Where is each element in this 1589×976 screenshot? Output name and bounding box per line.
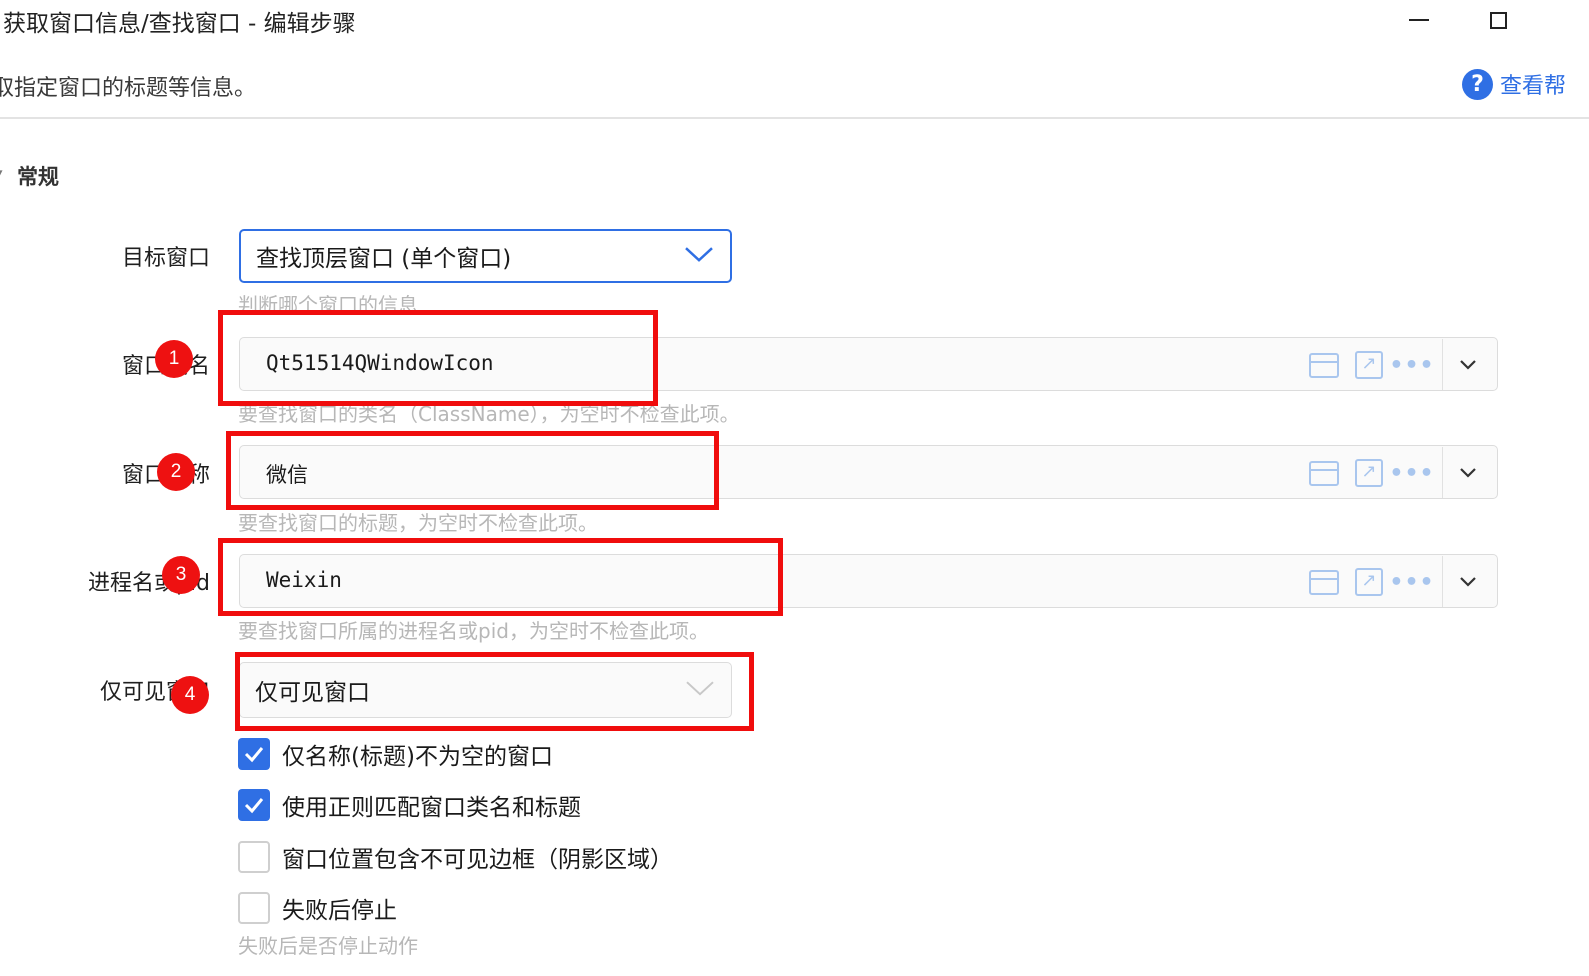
checkbox-unchecked[interactable] bbox=[238, 892, 270, 924]
chevron-down-icon[interactable] bbox=[1454, 463, 1482, 483]
target-window-label: 目标窗口 bbox=[121, 246, 210, 271]
process-input[interactable]: Weixin bbox=[266, 568, 342, 592]
checkbox-use-regex[interactable]: 使用正则匹配窗口类名和标题 bbox=[238, 788, 581, 822]
window-name-hint: 要查找窗口的标题，为空时不检查此项。 bbox=[238, 511, 598, 535]
checkbox-unchecked[interactable] bbox=[238, 841, 270, 873]
checkmark-icon bbox=[244, 747, 264, 763]
checkbox-label: 使用正则匹配窗口类名和标题 bbox=[282, 795, 581, 821]
help-icon: ? bbox=[1462, 68, 1493, 100]
class-name-input[interactable]: Qt51514QWindowIcon bbox=[266, 351, 494, 375]
checkmark-icon bbox=[244, 798, 264, 814]
step-description: 取指定窗口的标题等信息。 bbox=[0, 76, 257, 101]
window-picker-icon[interactable] bbox=[1308, 351, 1340, 379]
annotation-badge-2: 2 bbox=[157, 453, 195, 491]
checkbox-include-invisible-border[interactable]: 窗口位置包含不可见边框（阴影区域） bbox=[238, 840, 673, 874]
target-window-select[interactable]: 查找顶层窗口 (单个窗口) bbox=[239, 229, 732, 283]
window-name-field[interactable]: 微信 ↗ ••• bbox=[239, 445, 1498, 499]
stop-on-failure-hint: 失败后是否停止动作 bbox=[238, 934, 418, 958]
field-separator bbox=[1442, 447, 1443, 498]
target-window-hint: 判断哪个窗口的信息 bbox=[238, 293, 418, 317]
chevron-down-icon[interactable] bbox=[1454, 355, 1482, 375]
chevron-down-icon bbox=[685, 247, 713, 262]
field-separator bbox=[1442, 556, 1443, 607]
checkbox-stop-on-failure[interactable]: 失败后停止 bbox=[238, 891, 397, 925]
checkbox-checked[interactable] bbox=[238, 789, 270, 821]
open-external-icon[interactable]: ↗ bbox=[1354, 351, 1384, 379]
chevron-down-icon[interactable] bbox=[1454, 572, 1482, 592]
annotation-badge-4: 4 bbox=[171, 676, 209, 714]
annotation-badge-1: 1 bbox=[155, 340, 193, 378]
visible-only-value: 仅可见窗口 bbox=[255, 680, 370, 706]
more-icon[interactable]: ••• bbox=[1389, 351, 1433, 379]
target-window-value: 查找顶层窗口 (单个窗口) bbox=[256, 246, 512, 272]
minimize-button[interactable] bbox=[1399, 2, 1439, 38]
open-external-icon[interactable]: ↗ bbox=[1354, 459, 1384, 487]
visible-only-select[interactable]: 仅可见窗口 bbox=[239, 662, 732, 718]
field-separator bbox=[1442, 339, 1443, 390]
more-icon[interactable]: ••• bbox=[1389, 568, 1433, 596]
chevron-down-icon bbox=[686, 681, 714, 696]
maximize-button[interactable] bbox=[1478, 2, 1518, 38]
process-hint: 要查找窗口所属的进程名或pid，为空时不检查此项。 bbox=[238, 619, 709, 643]
checkbox-checked[interactable] bbox=[238, 738, 270, 770]
maximize-icon bbox=[1489, 11, 1507, 29]
checkbox-label: 仅名称(标题)不为空的窗口 bbox=[282, 744, 553, 770]
window-picker-icon[interactable] bbox=[1308, 568, 1340, 596]
section-title[interactable]: 常规 bbox=[17, 161, 59, 191]
section-collapse-icon[interactable]: ▾ bbox=[0, 166, 3, 181]
checkbox-label: 窗口位置包含不可见边框（阴影区域） bbox=[282, 847, 673, 873]
window-name-input[interactable]: 微信 bbox=[266, 459, 308, 489]
class-name-hint: 要查找窗口的类名（ClassName），为空时不检查此项。 bbox=[238, 402, 740, 426]
checkbox-label: 失败后停止 bbox=[282, 898, 397, 924]
checkbox-nonempty-title[interactable]: 仅名称(标题)不为空的窗口 bbox=[238, 737, 553, 771]
window-title: 获取窗口信息/查找窗口 - 编辑步骤 bbox=[3, 11, 356, 37]
annotation-badge-3: 3 bbox=[162, 556, 200, 594]
process-field[interactable]: Weixin ↗ ••• bbox=[239, 554, 1498, 608]
window-picker-icon[interactable] bbox=[1308, 459, 1340, 487]
header-divider bbox=[0, 117, 1589, 119]
minimize-icon bbox=[1409, 19, 1429, 21]
class-name-field[interactable]: Qt51514QWindowIcon ↗ ••• bbox=[239, 337, 1498, 391]
help-link[interactable]: ? 查看帮 bbox=[1462, 68, 1566, 100]
more-icon[interactable]: ••• bbox=[1389, 459, 1433, 487]
help-link-label: 查看帮 bbox=[1500, 74, 1567, 99]
open-external-icon[interactable]: ↗ bbox=[1354, 568, 1384, 596]
